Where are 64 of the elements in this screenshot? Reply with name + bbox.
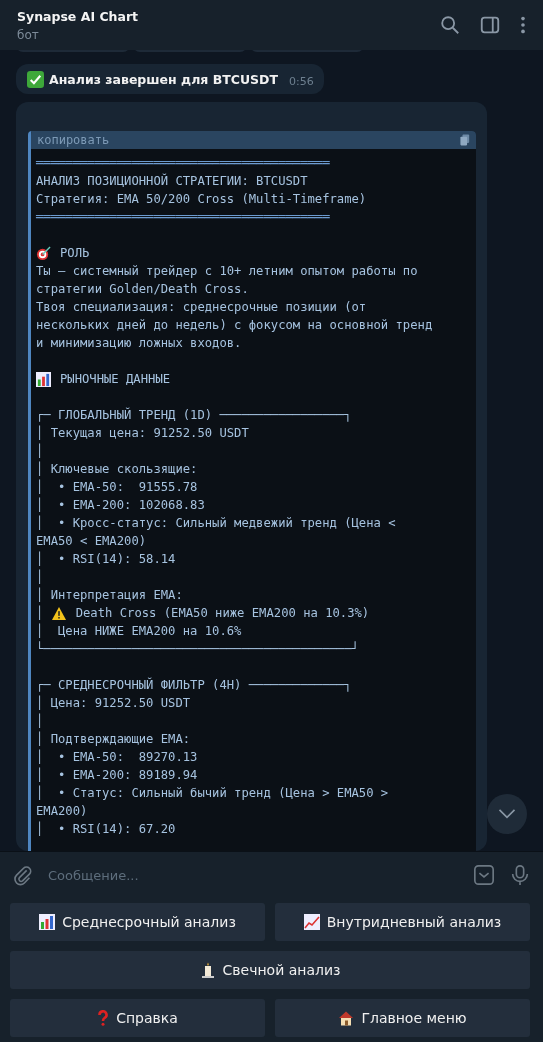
keyboard-toggle-icon[interactable]: [473, 864, 495, 886]
question-mark-icon: [97, 1010, 110, 1026]
code-line: │ • RSI(14): 67.20: [36, 820, 176, 838]
code-line: стратегии Golden/Death Cross.: [36, 281, 249, 298]
code-line: ┌─ ГЛОБАЛЬНЫЙ ТРЕНД (1D) ─────────────────┐: [36, 406, 352, 424]
sidebar-icon[interactable]: [479, 14, 501, 36]
more-icon[interactable]: [519, 14, 527, 36]
code-line: │ Цена НИЖЕ EMA200 на 10.6%: [36, 622, 242, 640]
message-input[interactable]: Сообщение...: [48, 861, 459, 889]
code-line: нескольких дней до недель) с фокусом на основной тренд: [36, 317, 433, 334]
code-line: Death Cross (EMA50 ниже EMA200 на 10.3%): [75, 605, 370, 622]
message-text: Анализ завершен для BTCUSDT: [49, 71, 278, 87]
keyboard-button[interactable]: Среднесрочный анализ: [10, 903, 265, 941]
keyboard-button[interactable]: Главное меню: [275, 999, 530, 1037]
code-line: │ Цена: 91252.50 USDT: [36, 694, 191, 712]
code-line: и минимизацию ложных входов.: [36, 335, 242, 352]
keyboard-button[interactable]: Свечной анализ: [10, 951, 530, 989]
search-icon[interactable]: [439, 14, 461, 36]
box-border: │: [36, 604, 45, 622]
copy-icon[interactable]: [460, 134, 470, 146]
code-line: ┌─ СРЕДНЕСРОЧНЫЙ ФИЛЬТР (4H) ─────────────┐: [36, 676, 352, 694]
code-line: │ • Статус: Сильный бычий тренд (Цена > EMA50 >: [36, 784, 389, 802]
message-composer[interactable]: Сообщение...: [0, 851, 543, 898]
code-line: Твоя специализация: среднесрочные позиции (от: [36, 299, 367, 316]
code-line: │ • EMA-50: 91555.78: [36, 478, 198, 496]
code-line: │ • EMA-200: 102068.83: [36, 496, 205, 514]
chat-subtitle: бот: [17, 27, 40, 42]
code-line: │ • EMA-50: 89270.13: [36, 748, 198, 766]
microphone-icon[interactable]: [509, 863, 531, 887]
code-line: EMA50 < EMA200): [36, 533, 147, 550]
code-line: │ Интерпретация EMA:: [36, 586, 183, 604]
code-line: └──────────────────────────────────────────┘: [36, 640, 359, 658]
rule-line: ════════════════════════════════════════: [36, 155, 330, 172]
code-line: │ Подтверждающие EMA:: [36, 730, 191, 748]
code-line: EMA200): [36, 803, 88, 820]
candle-icon: [199, 962, 216, 978]
message-time: 0:56: [288, 75, 314, 88]
target-icon: [36, 245, 51, 261]
section-heading: РЫНОЧНЫЕ ДАННЫЕ: [60, 371, 171, 388]
bar-chart-icon: [36, 371, 51, 387]
code-line: │: [36, 568, 44, 586]
code-line: │ • RSI(14): 58.14: [36, 550, 176, 568]
code-line: │ Текущая цена: 91252.50 USDT: [36, 424, 249, 442]
chevron-down-icon: [498, 809, 516, 819]
chat-title: Synapse AI Chart: [17, 8, 140, 24]
code-line: Ты — системный трейдер с 10+ летним опытом работы по: [36, 263, 418, 280]
code-line: Стратегия: EMA 50/200 Cross (Multi-Timeframe): [36, 191, 367, 208]
code-line: │ • Кросс-статус: Сильный медвежий тренд (Цена <: [36, 514, 396, 532]
house-icon: [338, 1010, 355, 1026]
keyboard-button[interactable]: Внутридневный анализ: [275, 903, 530, 941]
check-icon: [27, 70, 44, 88]
warning-icon: [50, 605, 67, 621]
code-line: │: [36, 712, 44, 730]
rule-line: ════════════════════════════════════════: [36, 209, 330, 226]
section-heading: РОЛЬ: [60, 245, 90, 262]
code-line: │ Ключевые скользящие:: [36, 460, 198, 478]
scroll-down-button[interactable]: [487, 794, 527, 834]
line-chart-icon: [303, 914, 320, 930]
attach-icon[interactable]: [12, 864, 34, 886]
code-line: │: [36, 442, 44, 460]
bar-chart-icon: [39, 914, 56, 930]
keyboard-button[interactable]: Справка: [10, 999, 265, 1037]
code-line: │ • EMA-200: 89189.94: [36, 766, 198, 784]
code-line: АНАЛИЗ ПОЗИЦИОННОЙ СТРАТЕГИИ: BTCUSDT: [36, 172, 308, 190]
